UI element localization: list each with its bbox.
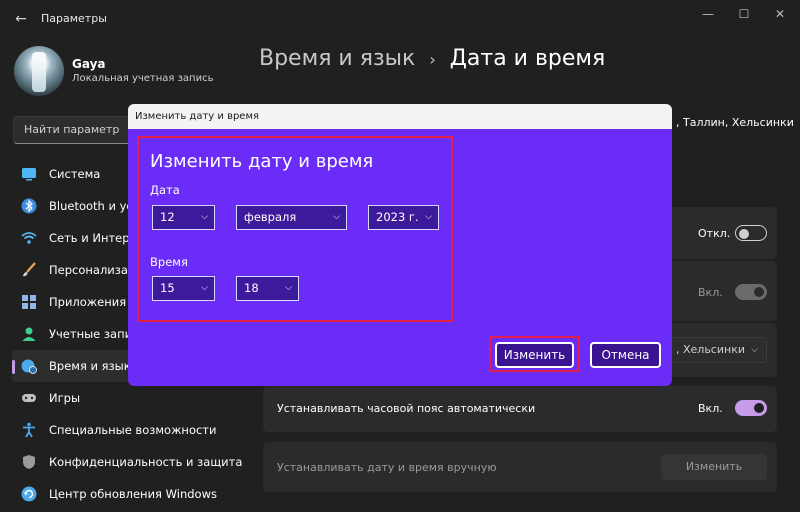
sidebar-item-label: Учетные запис	[49, 327, 139, 341]
day-dropdown[interactable]: 12 ⌵	[152, 205, 215, 230]
change-button[interactable]: Изменить	[495, 342, 574, 368]
minimize-button[interactable]: —	[693, 4, 723, 24]
minimize-icon: —	[702, 7, 714, 21]
cancel-button[interactable]: Отмена	[590, 342, 661, 368]
change-datetime-dialog: Изменить дату и время Изменить дату и вр…	[128, 104, 672, 386]
breadcrumb-parent[interactable]: Время и язык	[259, 46, 415, 71]
update-icon	[21, 486, 37, 502]
dst-toggle[interactable]	[735, 284, 767, 300]
back-arrow-icon: ←	[15, 11, 27, 27]
sidebar-item[interactable]: Игры	[12, 382, 257, 414]
toggle-state-label: Вкл.	[698, 402, 723, 415]
year-value: 2023 г.	[376, 210, 419, 224]
sidebar-item-label: Приложения	[49, 295, 127, 309]
auto-timezone-label: Устанавливать часовой пояс автоматически	[277, 402, 536, 415]
year-dropdown[interactable]: 2023 г. ⌵	[368, 205, 439, 230]
apps-icon	[21, 294, 37, 310]
chevron-down-icon: ⌵	[333, 212, 340, 222]
gamepad-icon	[21, 390, 37, 406]
accessibility-icon	[21, 422, 37, 438]
page-title: Дата и время	[449, 46, 606, 71]
sidebar-item-label: Игры	[49, 391, 81, 405]
back-button[interactable]: ←	[10, 8, 32, 30]
chevron-down-icon: ⌵	[751, 345, 758, 355]
sidebar-item[interactable]: Специальные возможности	[12, 414, 257, 446]
minute-value: 18	[244, 281, 259, 295]
toggle-knob	[754, 403, 764, 413]
timezone-dropdown-value: , Хельсинки	[676, 343, 745, 356]
avatar[interactable]	[14, 46, 64, 96]
sidebar-item[interactable]: Конфиденциальность и защита	[12, 446, 257, 478]
breadcrumb: Время и язык › Дата и время	[259, 46, 605, 71]
wifi-icon	[21, 230, 37, 246]
settings-card-manual: Устанавливать дату и время вручную Измен…	[263, 442, 777, 492]
app-title: Параметры	[41, 12, 107, 25]
user-name: Gaya	[72, 57, 106, 71]
maximize-icon: ☐	[738, 7, 750, 21]
sidebar-item[interactable]: Центр обновления Windows	[12, 478, 257, 510]
hour-dropdown[interactable]: 15 ⌵	[152, 276, 215, 301]
sidebar-item-label: Конфиденциальность и защита	[49, 455, 243, 469]
account-type: Локальная учетная запись	[72, 73, 214, 84]
toggle-state-label: Вкл.	[698, 286, 723, 299]
toggle-state-label: Откл.	[698, 227, 731, 240]
chevron-down-icon: ⌵	[285, 283, 292, 293]
chevron-down-icon: ⌵	[425, 212, 432, 222]
timezone-dropdown[interactable]: , Хельсинки ⌵	[663, 337, 767, 363]
brush-icon	[21, 262, 37, 278]
title-bar: ← Параметры — ☐ ✕	[0, 0, 800, 38]
sidebar-item-label: Время и язык	[49, 359, 131, 373]
month-dropdown[interactable]: февраля ⌵	[236, 205, 347, 230]
shield-icon	[21, 454, 37, 470]
sidebar-item-label: Система	[49, 167, 101, 181]
auto-timezone-toggle[interactable]	[735, 400, 767, 416]
settings-card-auto-timezone: Устанавливать часовой пояс автоматически…	[263, 386, 777, 432]
monitor-icon	[21, 166, 37, 182]
manual-change-button[interactable]: Изменить	[661, 454, 767, 480]
close-button[interactable]: ✕	[765, 4, 795, 24]
auto-time-toggle[interactable]	[735, 225, 767, 241]
breadcrumb-separator-icon: ›	[429, 50, 436, 69]
month-value: февраля	[244, 210, 297, 224]
minute-dropdown[interactable]: 18 ⌵	[236, 276, 299, 301]
person-icon	[21, 326, 37, 342]
sidebar-item-label: Центр обновления Windows	[49, 487, 217, 501]
timezone-text-partial: , Таллин, Хельсинки	[676, 116, 794, 129]
day-value: 12	[160, 210, 175, 224]
manual-label: Устанавливать дату и время вручную	[277, 461, 497, 474]
date-label: Дата	[150, 183, 180, 197]
toggle-knob	[739, 229, 749, 239]
chevron-down-icon: ⌵	[201, 212, 208, 222]
bluetooth-icon	[21, 198, 37, 214]
toggle-knob	[754, 287, 764, 297]
close-icon: ✕	[774, 7, 786, 21]
hour-value: 15	[160, 281, 175, 295]
sidebar-item-label: Специальные возможности	[49, 423, 217, 437]
time-label: Время	[150, 255, 188, 269]
dialog-title-bar: Изменить дату и время	[128, 104, 672, 129]
globe-clock-icon	[21, 358, 37, 374]
dialog-heading: Изменить дату и время	[150, 151, 374, 172]
chevron-down-icon: ⌵	[201, 283, 208, 293]
maximize-button[interactable]: ☐	[729, 4, 759, 24]
